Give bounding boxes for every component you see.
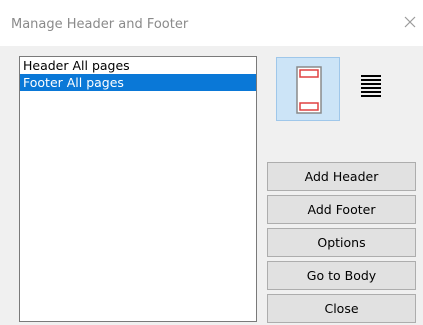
body-view-button[interactable] [342, 57, 406, 121]
manage-header-footer-dialog: Manage Header and Footer Header All page… [0, 0, 423, 325]
header-footer-list[interactable]: Header All pages Footer All pages [19, 56, 257, 322]
list-item-footer-all-pages[interactable]: Footer All pages [20, 74, 256, 91]
close-icon[interactable] [402, 14, 418, 30]
list-item-header-all-pages[interactable]: Header All pages [20, 57, 256, 74]
add-footer-button[interactable]: Add Footer [267, 195, 416, 224]
dialog-title: Manage Header and Footer [11, 17, 189, 32]
list-item-label: Footer All pages [23, 75, 124, 90]
close-button[interactable]: Close [267, 294, 416, 323]
header-footer-view-button[interactable] [276, 57, 340, 121]
title-bar: Manage Header and Footer [0, 0, 423, 46]
add-header-button[interactable]: Add Header [267, 162, 416, 191]
list-item-label: Header All pages [23, 58, 130, 73]
go-to-body-button[interactable]: Go to Body [267, 261, 416, 290]
options-button[interactable]: Options [267, 228, 416, 257]
